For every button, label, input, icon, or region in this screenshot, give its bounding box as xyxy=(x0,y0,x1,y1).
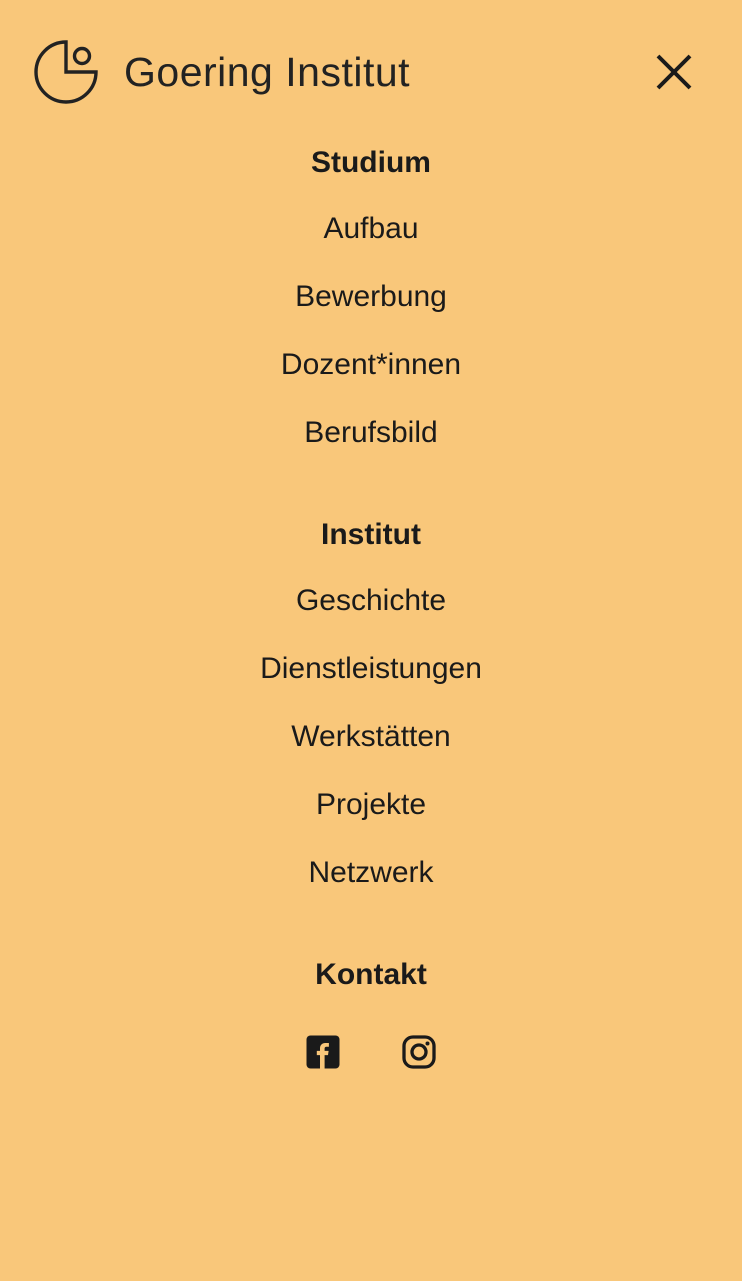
menu-section-kontakt: Kontakt xyxy=(305,958,437,1075)
menu-section-studium: Studium Aufbau Bewerbung Dozent*innen Be… xyxy=(281,146,461,450)
logo-icon xyxy=(32,38,100,106)
menu-heading-institut[interactable]: Institut xyxy=(321,518,421,552)
menu-link-werkstaetten[interactable]: Werkstätten xyxy=(291,720,451,754)
facebook-link[interactable] xyxy=(305,1034,341,1075)
brand-name: Goering Institut xyxy=(124,49,410,96)
close-button[interactable] xyxy=(646,44,702,100)
menu-heading-kontakt[interactable]: Kontakt xyxy=(315,958,427,992)
menu-heading-studium[interactable]: Studium xyxy=(311,146,431,180)
menu-link-aufbau[interactable]: Aufbau xyxy=(323,212,418,246)
close-icon xyxy=(652,50,696,94)
header: Goering Institut xyxy=(0,0,742,106)
menu-section-institut: Institut Geschichte Dienstleistungen Wer… xyxy=(260,518,482,890)
menu-link-bewerbung[interactable]: Bewerbung xyxy=(295,280,447,314)
brand-link[interactable]: Goering Institut xyxy=(32,38,410,106)
menu-link-berufsbild[interactable]: Berufsbild xyxy=(304,416,437,450)
instagram-icon xyxy=(401,1034,437,1075)
menu-link-dienstleistungen[interactable]: Dienstleistungen xyxy=(260,652,482,686)
social-links xyxy=(305,1034,437,1075)
instagram-link[interactable] xyxy=(401,1034,437,1075)
main-menu: Studium Aufbau Bewerbung Dozent*innen Be… xyxy=(0,106,742,1143)
menu-link-dozentinnen[interactable]: Dozent*innen xyxy=(281,348,461,382)
facebook-icon xyxy=(305,1034,341,1075)
menu-link-netzwerk[interactable]: Netzwerk xyxy=(308,856,433,890)
menu-link-projekte[interactable]: Projekte xyxy=(316,788,426,822)
menu-link-geschichte[interactable]: Geschichte xyxy=(296,584,446,618)
